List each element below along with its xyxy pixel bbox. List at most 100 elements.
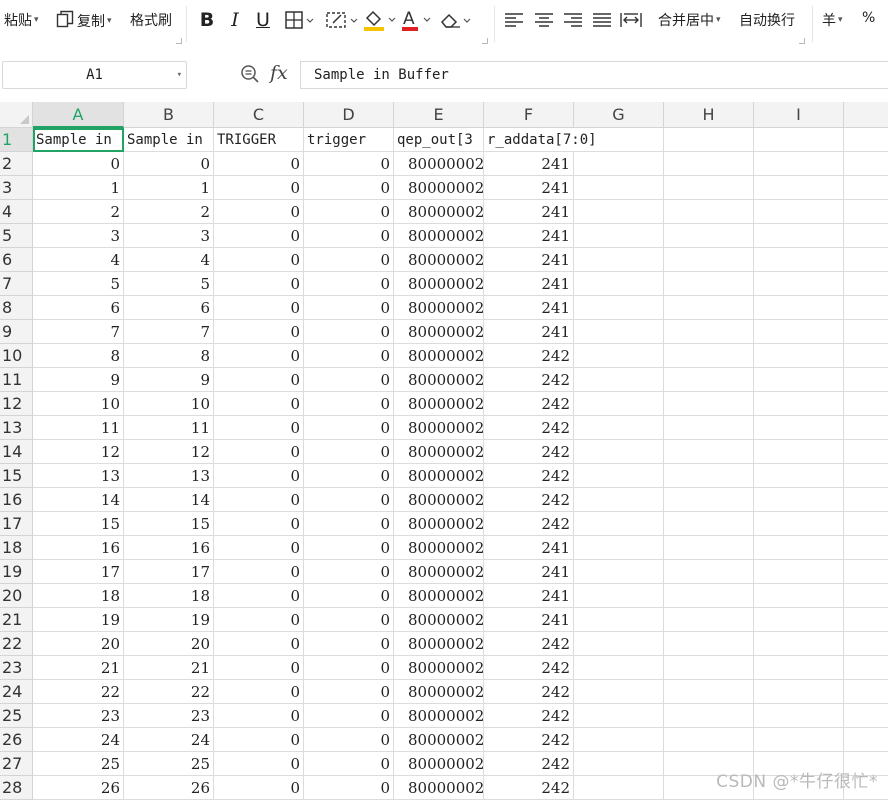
- table-cell[interactable]: 242: [484, 776, 574, 800]
- cell[interactable]: [844, 248, 888, 272]
- header-cell-b[interactable]: Sample in: [124, 128, 214, 152]
- table-cell[interactable]: 0: [304, 608, 394, 632]
- table-cell[interactable]: 242: [484, 656, 574, 680]
- cell[interactable]: [754, 152, 844, 176]
- cell[interactable]: [754, 632, 844, 656]
- cell[interactable]: [664, 176, 754, 200]
- cell[interactable]: [574, 536, 664, 560]
- column-header-g[interactable]: G: [574, 102, 664, 128]
- table-cell[interactable]: 0: [304, 656, 394, 680]
- cell[interactable]: [574, 608, 664, 632]
- cell[interactable]: [844, 392, 888, 416]
- column-header-d[interactable]: D: [304, 102, 394, 128]
- table-cell[interactable]: 16: [33, 536, 124, 560]
- header-cell-a[interactable]: Sample in: [33, 128, 124, 152]
- group-launcher-icon[interactable]: [799, 38, 805, 44]
- cell[interactable]: [574, 584, 664, 608]
- align-center-icon[interactable]: [532, 6, 556, 34]
- table-cell[interactable]: 1: [124, 176, 214, 200]
- wrap-text-button[interactable]: 自动换行: [739, 10, 795, 30]
- table-cell[interactable]: 18: [33, 584, 124, 608]
- cell[interactable]: [664, 536, 754, 560]
- name-box[interactable]: A1 ▾: [2, 61, 187, 89]
- table-cell[interactable]: 0: [214, 272, 304, 296]
- cell[interactable]: [754, 176, 844, 200]
- table-cell[interactable]: 0: [214, 176, 304, 200]
- row-header[interactable]: 7: [0, 272, 33, 296]
- table-cell[interactable]: 14: [124, 488, 214, 512]
- cell[interactable]: [844, 464, 888, 488]
- group-launcher-icon[interactable]: [482, 38, 488, 44]
- cell[interactable]: [844, 152, 888, 176]
- table-cell[interactable]: 0: [304, 752, 394, 776]
- table-cell[interactable]: 80000002: [394, 560, 484, 584]
- table-cell[interactable]: 80000002: [394, 464, 484, 488]
- table-cell[interactable]: 2: [124, 200, 214, 224]
- cell[interactable]: [754, 656, 844, 680]
- cell[interactable]: [844, 416, 888, 440]
- table-cell[interactable]: 242: [484, 392, 574, 416]
- table-cell[interactable]: 0: [214, 680, 304, 704]
- table-cell[interactable]: 80000002: [394, 344, 484, 368]
- table-cell[interactable]: 19: [124, 608, 214, 632]
- table-cell[interactable]: 80000002: [394, 632, 484, 656]
- table-cell[interactable]: 80000002: [394, 320, 484, 344]
- cell[interactable]: [664, 608, 754, 632]
- fill-pattern-icon[interactable]: [322, 6, 362, 34]
- table-cell[interactable]: 1: [33, 176, 124, 200]
- table-cell[interactable]: 242: [484, 440, 574, 464]
- table-cell[interactable]: 0: [304, 632, 394, 656]
- table-cell[interactable]: 0: [304, 512, 394, 536]
- cell[interactable]: [574, 152, 664, 176]
- cell[interactable]: [844, 512, 888, 536]
- cell[interactable]: [754, 584, 844, 608]
- table-cell[interactable]: 0: [304, 200, 394, 224]
- table-cell[interactable]: 0: [304, 224, 394, 248]
- table-cell[interactable]: 241: [484, 608, 574, 632]
- merge-center-button[interactable]: 合并居中 ▾: [658, 10, 721, 30]
- table-cell[interactable]: 0: [214, 608, 304, 632]
- bold-icon[interactable]: B: [196, 6, 218, 34]
- table-cell[interactable]: 0: [304, 464, 394, 488]
- cell[interactable]: [574, 176, 664, 200]
- table-cell[interactable]: 7: [124, 320, 214, 344]
- cell[interactable]: [754, 416, 844, 440]
- currency-format-button[interactable]: 羊 ▾: [822, 10, 843, 30]
- table-cell[interactable]: 80000002: [394, 440, 484, 464]
- table-cell[interactable]: 80000002: [394, 680, 484, 704]
- table-cell[interactable]: 10: [33, 392, 124, 416]
- cell[interactable]: [844, 272, 888, 296]
- table-cell[interactable]: 11: [33, 416, 124, 440]
- table-cell[interactable]: 242: [484, 488, 574, 512]
- table-cell[interactable]: 0: [214, 776, 304, 800]
- column-header-h[interactable]: H: [664, 102, 754, 128]
- cell[interactable]: [754, 536, 844, 560]
- cell[interactable]: [844, 128, 888, 152]
- table-cell[interactable]: 13: [124, 464, 214, 488]
- cell[interactable]: [574, 320, 664, 344]
- table-cell[interactable]: 23: [33, 704, 124, 728]
- table-cell[interactable]: 242: [484, 464, 574, 488]
- cell[interactable]: [664, 656, 754, 680]
- header-cell-c[interactable]: TRIGGER: [214, 128, 304, 152]
- table-cell[interactable]: 241: [484, 176, 574, 200]
- cell[interactable]: [754, 440, 844, 464]
- table-cell[interactable]: 80000002: [394, 512, 484, 536]
- table-cell[interactable]: 241: [484, 536, 574, 560]
- group-launcher-icon[interactable]: [176, 38, 182, 44]
- cell[interactable]: [574, 368, 664, 392]
- table-cell[interactable]: 80000002: [394, 248, 484, 272]
- table-cell[interactable]: 80000002: [394, 752, 484, 776]
- cell[interactable]: [574, 776, 664, 800]
- table-cell[interactable]: 80000002: [394, 656, 484, 680]
- cell[interactable]: [574, 392, 664, 416]
- cell[interactable]: [574, 752, 664, 776]
- row-header[interactable]: 9: [0, 320, 33, 344]
- table-cell[interactable]: 0: [214, 344, 304, 368]
- table-cell[interactable]: 0: [214, 416, 304, 440]
- table-cell[interactable]: 0: [214, 248, 304, 272]
- table-cell[interactable]: 242: [484, 512, 574, 536]
- table-cell[interactable]: 0: [304, 440, 394, 464]
- cell[interactable]: [844, 368, 888, 392]
- cell[interactable]: [754, 272, 844, 296]
